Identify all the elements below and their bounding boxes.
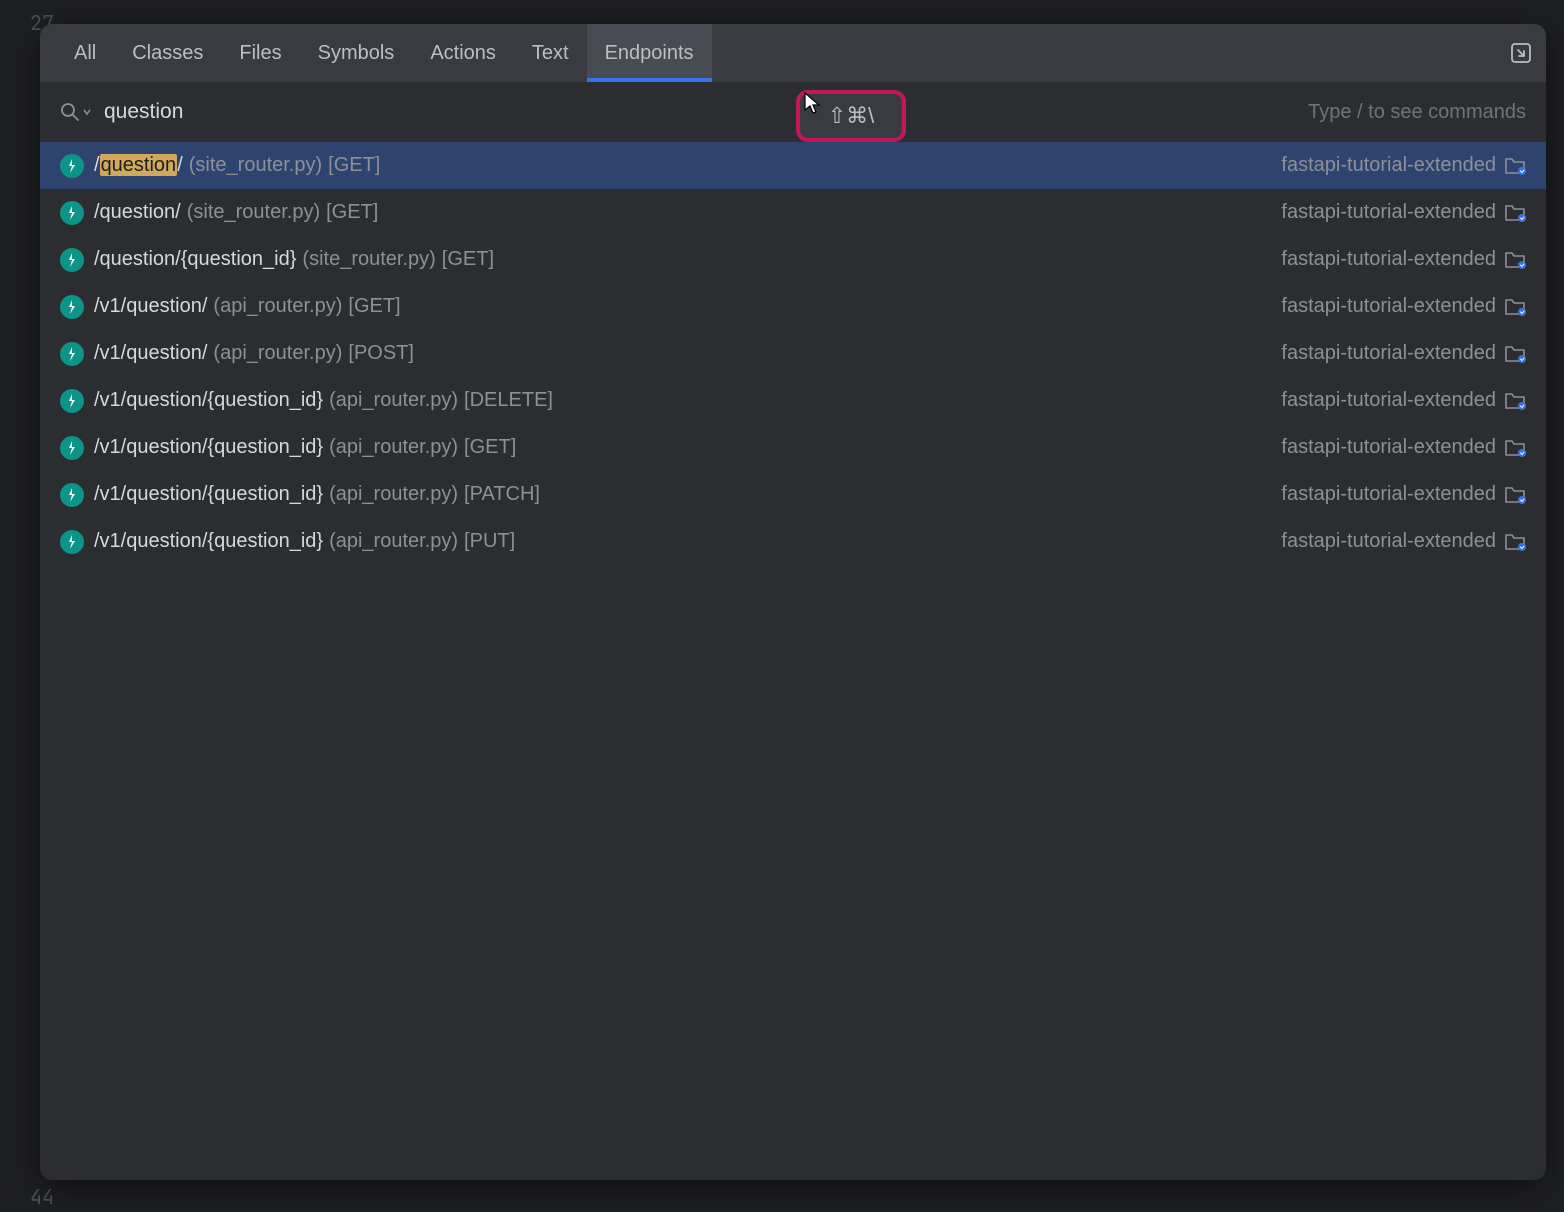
list-item[interactable]: /v1/question/{question_id} (api_router.py… — [40, 471, 1546, 518]
endpoint-file: (api_router.py) — [329, 483, 458, 506]
project-name: fastapi-tutorial-extended — [1281, 342, 1496, 365]
shortcut-text: ⇧⌘\ — [828, 103, 875, 129]
tab-label: Actions — [430, 42, 496, 65]
fastapi-icon — [60, 342, 84, 366]
tab-files[interactable]: Files — [221, 24, 299, 82]
endpoint-file: (site_router.py) — [189, 154, 322, 177]
tab-label: Endpoints — [605, 42, 694, 65]
endpoint-method: [POST] — [348, 342, 414, 365]
endpoint-path: /question/ — [94, 201, 181, 224]
list-item[interactable]: /question/{question_id} (site_router.py) [… — [40, 236, 1546, 283]
endpoint-file: (api_router.py) — [329, 389, 458, 412]
tab-text[interactable]: Text — [514, 24, 587, 82]
dropdown-chevron-icon — [82, 107, 92, 117]
endpoint-method: [PATCH] — [464, 483, 540, 506]
endpoint-path: /v1/question/{question_id} — [94, 436, 323, 459]
fastapi-icon — [60, 295, 84, 319]
tab-classes[interactable]: Classes — [114, 24, 221, 82]
folder-icon — [1504, 486, 1526, 504]
list-item[interactable]: /v1/question/{question_id} (api_router.py… — [40, 377, 1546, 424]
list-item[interactable]: /question/ (site_router.py) [GET] fastapi-t… — [40, 189, 1546, 236]
project-name: fastapi-tutorial-extended — [1281, 436, 1496, 459]
fastapi-icon — [60, 436, 84, 460]
tab-label: Text — [532, 42, 569, 65]
tab-label: Classes — [132, 42, 203, 65]
list-item[interactable]: /question/ (site_router.py) [GET] fastapi-t… — [40, 142, 1546, 189]
project-name: fastapi-tutorial-extended — [1281, 389, 1496, 412]
pin-icon — [1510, 42, 1532, 64]
endpoint-method: [DELETE] — [464, 389, 553, 412]
project-name: fastapi-tutorial-extended — [1281, 154, 1496, 177]
tab-symbols[interactable]: Symbols — [300, 24, 413, 82]
tab-label: Files — [239, 42, 281, 65]
search-icon[interactable] — [60, 102, 92, 122]
endpoint-path: /v1/question/{question_id} — [94, 389, 323, 412]
tab-label: All — [74, 42, 96, 65]
endpoint-path: /v1/question/ — [94, 295, 207, 318]
fastapi-icon — [60, 389, 84, 413]
folder-icon — [1504, 298, 1526, 316]
endpoint-path: /question/ — [94, 154, 183, 177]
project-name: fastapi-tutorial-extended — [1281, 295, 1496, 318]
fastapi-icon — [60, 483, 84, 507]
list-item[interactable]: /v1/question/{question_id} (api_router.py… — [40, 424, 1546, 471]
tabs-bar: All Classes Files Symbols Actions Text E… — [40, 24, 1546, 82]
results-list: /question/ (site_router.py) [GET] fastapi-t… — [40, 142, 1546, 565]
fastapi-icon — [60, 530, 84, 554]
endpoint-file: (site_router.py) — [187, 201, 320, 224]
folder-icon — [1504, 392, 1526, 410]
endpoint-method: [GET] — [328, 154, 380, 177]
fastapi-icon — [60, 201, 84, 225]
folder-icon — [1504, 439, 1526, 457]
search-row: Type / to see commands ⇧⌘\ — [40, 82, 1546, 142]
endpoint-path: /v1/question/{question_id} — [94, 530, 323, 553]
endpoint-method: [GET] — [326, 201, 378, 224]
project-name: fastapi-tutorial-extended — [1281, 201, 1496, 224]
endpoint-file: (api_router.py) — [213, 342, 342, 365]
pin-window-button[interactable] — [1506, 38, 1536, 68]
folder-icon — [1504, 204, 1526, 222]
folder-icon — [1504, 251, 1526, 269]
folder-icon — [1504, 157, 1526, 175]
project-name: fastapi-tutorial-extended — [1281, 530, 1496, 553]
endpoint-method: [GET] — [348, 295, 400, 318]
fastapi-icon — [60, 154, 84, 178]
endpoint-file: (api_router.py) — [213, 295, 342, 318]
endpoint-method: [PUT] — [464, 530, 515, 553]
endpoint-path: /v1/question/ — [94, 342, 207, 365]
tab-actions[interactable]: Actions — [412, 24, 514, 82]
folder-icon — [1504, 533, 1526, 551]
search-everywhere-dialog: All Classes Files Symbols Actions Text E… — [40, 24, 1546, 1180]
fastapi-icon — [60, 248, 84, 272]
project-name: fastapi-tutorial-extended — [1281, 248, 1496, 271]
editor-line-number: 44 — [30, 1184, 54, 1210]
endpoint-path: /v1/question/{question_id} — [94, 483, 323, 506]
tab-endpoints[interactable]: Endpoints — [587, 24, 712, 82]
search-input[interactable] — [104, 100, 1308, 124]
list-item[interactable]: /v1/question/ (api_router.py) [POST] fastap… — [40, 330, 1546, 377]
endpoint-file: (site_router.py) — [302, 248, 435, 271]
command-hint: Type / to see commands — [1308, 101, 1526, 124]
project-name: fastapi-tutorial-extended — [1281, 483, 1496, 506]
endpoint-file: (api_router.py) — [329, 436, 458, 459]
endpoint-path: /question/{question_id} — [94, 248, 296, 271]
shortcut-badge: ⇧⌘\ — [796, 90, 906, 142]
endpoint-method: [GET] — [464, 436, 516, 459]
tab-label: Symbols — [318, 42, 395, 65]
tab-all[interactable]: All — [56, 24, 114, 82]
list-item[interactable]: /v1/question/{question_id} (api_router.py… — [40, 518, 1546, 565]
endpoint-file: (api_router.py) — [329, 530, 458, 553]
folder-icon — [1504, 345, 1526, 363]
endpoint-method: [GET] — [442, 248, 494, 271]
list-item[interactable]: /v1/question/ (api_router.py) [GET] fastapi… — [40, 283, 1546, 330]
